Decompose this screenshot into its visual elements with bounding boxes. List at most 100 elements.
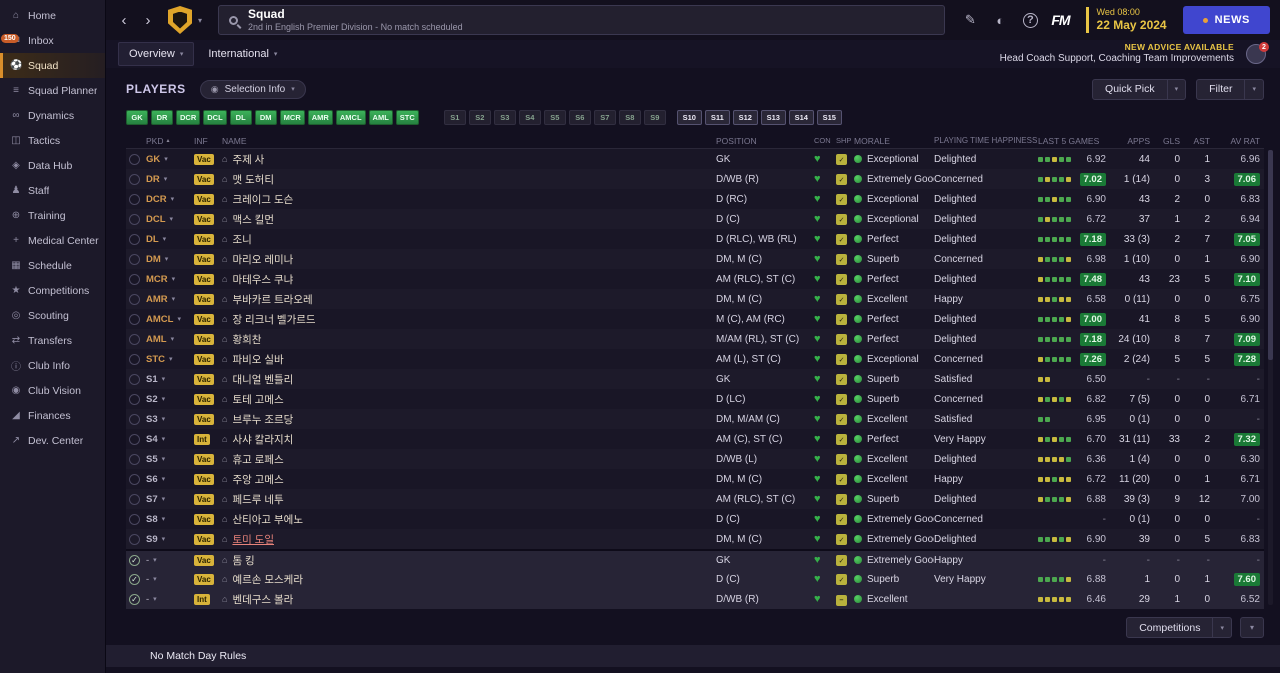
- player-row[interactable]: DR ▾ Vac ⌂ 맷 도허티 D/WB (R) ♥ ✓ Extremely Good Conc…: [126, 169, 1264, 189]
- player-name-cell[interactable]: ⌂ 브루누 조르당: [222, 412, 716, 427]
- row-checkbox[interactable]: [129, 373, 140, 385]
- info-badge[interactable]: Vac: [194, 174, 214, 185]
- row-checkbox[interactable]: [129, 433, 140, 445]
- row-checkbox[interactable]: ✓: [129, 593, 140, 605]
- picked-position-cell[interactable]: DL ▾: [146, 234, 194, 245]
- position-filter-aml[interactable]: AML: [368, 109, 393, 125]
- info-badge[interactable]: Vac: [194, 494, 214, 505]
- player-name-cell[interactable]: ⌂ 부바카르 트라오레: [222, 292, 716, 307]
- selection-info-dropdown[interactable]: ◉ Selection Info ▾: [199, 79, 306, 99]
- sidebar-item-squad-planner[interactable]: ≡ Squad Planner: [0, 78, 105, 103]
- picked-position-cell[interactable]: - ▾: [146, 574, 194, 585]
- chevron-down-icon[interactable]: ▾: [1212, 618, 1231, 637]
- picked-position-cell[interactable]: AMR ▾: [146, 294, 194, 305]
- player-row[interactable]: MCR ▾ Vac ⌂ 마테우스 쿠냐 AM (RLC), ST (C) ♥ ✓ Perfect…: [126, 269, 1264, 289]
- world-icon[interactable]: ◐: [987, 7, 1013, 33]
- info-badge[interactable]: Vac: [194, 574, 214, 585]
- info-badge[interactable]: Vac: [194, 394, 214, 405]
- sidebar-item-training[interactable]: ⊕ Training: [0, 203, 105, 228]
- position-filter-dcl[interactable]: DCL: [203, 109, 227, 125]
- player-row[interactable]: AMR ▾ Vac ⌂ 부바카르 트라오레 DM, M (C) ♥ ✓ Excellent Hap…: [126, 289, 1264, 309]
- sidebar-item-tactics[interactable]: ◫ Tactics: [0, 128, 105, 153]
- row-checkbox[interactable]: [129, 273, 140, 285]
- sub-slot-s6[interactable]: S6: [568, 109, 591, 125]
- player-row[interactable]: ✓ - ▾ Int ⌂ 벤데구스 볼라 D/WB (R) ♥ – Excellent 6.46 29 1…: [126, 589, 1264, 609]
- player-row[interactable]: S4 ▾ Int ⌂ 사샤 칼라지치 AM (C), ST (C) ♥ ✓ Perfect Ver…: [126, 429, 1264, 449]
- tab-international[interactable]: International ▾: [198, 42, 287, 66]
- club-crest[interactable]: [168, 6, 192, 34]
- row-checkbox[interactable]: [129, 533, 140, 545]
- player-name-cell[interactable]: ⌂ 맷 도허티: [222, 172, 716, 187]
- sidebar-item-finances[interactable]: ◢ Finances: [0, 403, 105, 428]
- sidebar-item-staff[interactable]: ♟ Staff: [0, 178, 105, 203]
- player-row[interactable]: S7 ▾ Vac ⌂ 페드루 네투 AM (RLC), ST (C) ♥ ✓ Superb Del…: [126, 489, 1264, 509]
- picked-position-cell[interactable]: - ▾: [146, 594, 194, 605]
- player-row[interactable]: S6 ▾ Vac ⌂ 주앙 고메스 DM, M (C) ♥ ✓ Excellent Happy 6.…: [126, 469, 1264, 489]
- picked-position-cell[interactable]: S5 ▾: [146, 454, 194, 465]
- sidebar-item-club-info[interactable]: ⓘ Club Info: [0, 353, 105, 378]
- player-name-cell[interactable]: ⌂ 대니얼 벤틀리: [222, 372, 716, 387]
- picked-position-cell[interactable]: S9 ▾: [146, 534, 194, 545]
- player-name-cell[interactable]: ⌂ 파비오 실바: [222, 352, 716, 367]
- sub-slot-s14[interactable]: S14: [788, 109, 814, 125]
- position-filter-dm[interactable]: DM: [254, 109, 277, 125]
- player-row[interactable]: S9 ▾ Vac ⌂ 토미 도일 DM, M (C) ♥ ✓ Extremely Good Del…: [126, 529, 1264, 549]
- picked-position-cell[interactable]: DCL ▾: [146, 214, 194, 225]
- help-icon[interactable]: ?: [1017, 7, 1043, 33]
- player-name-cell[interactable]: ⌂ 토미 도일: [222, 532, 716, 547]
- row-checkbox[interactable]: [129, 313, 140, 325]
- sidebar-item-medical-center[interactable]: + Medical Center: [0, 228, 105, 253]
- row-checkbox[interactable]: [129, 393, 140, 405]
- info-badge[interactable]: Vac: [194, 294, 214, 305]
- player-name-cell[interactable]: ⌂ 톰 킹: [222, 553, 716, 568]
- sub-slot-s15[interactable]: S15: [816, 109, 842, 125]
- player-name-cell[interactable]: ⌂ 휴고 로페스: [222, 452, 716, 467]
- player-name-cell[interactable]: ⌂ 토테 고메스: [222, 392, 716, 407]
- table-header[interactable]: PKD ▴ INF NAME POSITION CON SHP MORALE PL…: [126, 133, 1264, 149]
- row-checkbox[interactable]: [129, 353, 140, 365]
- row-checkbox[interactable]: ✓: [129, 573, 140, 585]
- sidebar-item-scouting[interactable]: ◎ Scouting: [0, 303, 105, 328]
- player-name-cell[interactable]: ⌂ 황희찬: [222, 332, 716, 347]
- player-name-cell[interactable]: ⌂ 마테우스 쿠냐: [222, 272, 716, 287]
- row-checkbox[interactable]: [129, 413, 140, 425]
- player-row[interactable]: ✓ - ▾ Vac ⌂ 예르손 모스케라 D (C) ♥ ✓ Superb Very Happy 6.…: [126, 569, 1264, 589]
- position-filter-amr[interactable]: AMR: [307, 109, 333, 125]
- chevron-down-icon[interactable]: ▾: [1166, 79, 1186, 99]
- player-name-cell[interactable]: ⌂ 주앙 고메스: [222, 472, 716, 487]
- info-badge[interactable]: Vac: [194, 334, 214, 345]
- sidebar-item-dynamics[interactable]: ∞ Dynamics: [0, 103, 105, 128]
- vertical-scrollbar[interactable]: [1268, 150, 1273, 605]
- player-row[interactable]: STC ▾ Vac ⌂ 파비오 실바 AM (L), ST (C) ♥ ✓ Exceptiona…: [126, 349, 1264, 369]
- position-filter-dcr[interactable]: DCR: [176, 109, 201, 125]
- sidebar-item-home[interactable]: ⌂ Home: [0, 3, 105, 28]
- sub-slot-s2[interactable]: S2: [468, 109, 491, 125]
- sidebar-item-dev-center[interactable]: ↗ Dev. Center: [0, 428, 105, 453]
- player-row[interactable]: AMCL ▾ Vac ⌂ 장 리크너 벨가르드 M (C), AM (RC) ♥ ✓ Perfe…: [126, 309, 1264, 329]
- sub-slot-s4[interactable]: S4: [518, 109, 541, 125]
- row-checkbox[interactable]: [129, 173, 140, 185]
- forward-button[interactable]: ›: [138, 8, 158, 32]
- player-row[interactable]: DCL ▾ Vac ⌂ 맥스 킬먼 D (C) ♥ ✓ Exceptional Delighted…: [126, 209, 1264, 229]
- player-name-cell[interactable]: ⌂ 예르손 모스케라: [222, 572, 716, 587]
- info-badge[interactable]: Vac: [194, 274, 214, 285]
- player-row[interactable]: S2 ▾ Vac ⌂ 토테 고메스 D (LC) ♥ ✓ Superb Concerned 6.82…: [126, 389, 1264, 409]
- player-name-cell[interactable]: ⌂ 맥스 킬먼: [222, 212, 716, 227]
- info-badge[interactable]: Vac: [194, 374, 214, 385]
- player-row[interactable]: GK ▾ Vac ⌂ 주제 사 GK ♥ ✓ Exceptional Delighted 6.92 4…: [126, 149, 1264, 169]
- picked-position-cell[interactable]: S8 ▾: [146, 514, 194, 525]
- quick-pick-button[interactable]: Quick Pick ▾: [1092, 78, 1187, 100]
- player-row[interactable]: S3 ▾ Vac ⌂ 브루누 조르당 DM, M/AM (C) ♥ ✓ Excellent Sat…: [126, 409, 1264, 429]
- row-checkbox[interactable]: [129, 153, 140, 165]
- info-badge[interactable]: Vac: [194, 514, 214, 525]
- sub-slot-s1[interactable]: S1: [443, 109, 466, 125]
- position-filter-gk[interactable]: GK: [126, 109, 148, 125]
- player-row[interactable]: S1 ▾ Vac ⌂ 대니얼 벤틀리 GK ♥ ✓ Superb Satisfied 6.50 - - -…: [126, 369, 1264, 389]
- sub-slot-s13[interactable]: S13: [760, 109, 786, 125]
- row-checkbox[interactable]: [129, 213, 140, 225]
- player-row[interactable]: DCR ▾ Vac ⌂ 크레이그 도슨 D (RC) ♥ ✓ Exceptional Deligh…: [126, 189, 1264, 209]
- row-checkbox[interactable]: [129, 493, 140, 505]
- player-name-cell[interactable]: ⌂ 벤데구스 볼라: [222, 592, 716, 607]
- player-row[interactable]: ✓ - ▾ Vac ⌂ 톰 킹 GK ♥ ✓ Extremely Good Happy - - - - -: [126, 549, 1264, 569]
- player-name-cell[interactable]: ⌂ 사샤 칼라지치: [222, 432, 716, 447]
